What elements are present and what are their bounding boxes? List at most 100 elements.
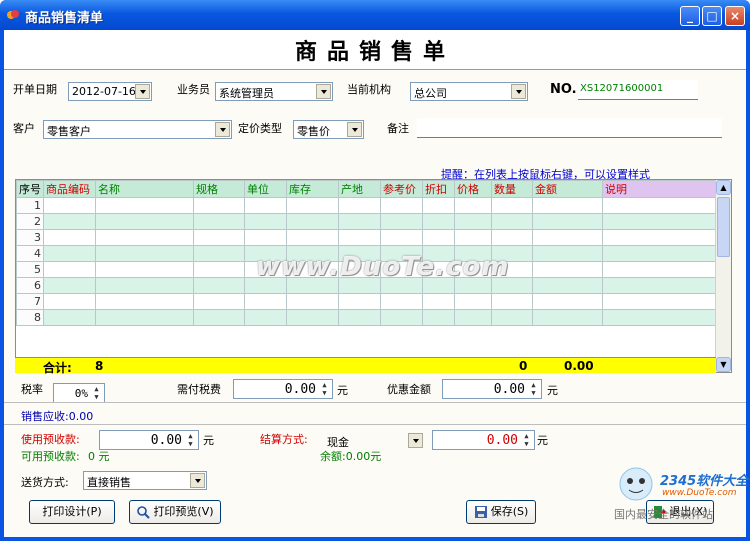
row-number: 3	[16, 229, 44, 246]
column-header[interactable]: 单位	[244, 180, 287, 198]
total-amount: 0.00	[564, 359, 594, 373]
print-preview-label: 打印预览(V)	[153, 505, 214, 518]
prepaid-value: 0.00	[150, 433, 182, 448]
chevron-down-icon[interactable]	[135, 84, 150, 99]
column-header[interactable]: 产地	[338, 180, 381, 198]
row-number: 8	[16, 309, 44, 326]
header-band: 商品销售单	[4, 30, 746, 70]
minimize-button[interactable]: _	[680, 6, 700, 26]
tax-rate-label: 税率	[21, 383, 43, 396]
row-number: 1	[16, 197, 44, 214]
tax-due-stepper[interactable]: 0.00 ▲ ▼	[233, 379, 333, 399]
spinner-icon[interactable]: ▲ ▼	[521, 432, 532, 448]
watermark-text: www.DuoTe.com	[256, 252, 510, 282]
settle-unit: 元	[537, 434, 548, 447]
column-header[interactable]: 金额	[532, 180, 603, 198]
spinner-icon[interactable]: ▲ ▼	[319, 381, 330, 397]
maximize-button[interactable]: □	[702, 6, 722, 26]
total-count: 8	[95, 359, 104, 373]
prepaid-stepper[interactable]: 0.00 ▲ ▼	[99, 430, 199, 450]
delivery-select[interactable]: 直接销售	[83, 471, 207, 490]
scroll-down-button[interactable]: ▼	[716, 357, 731, 372]
discount-label: 优惠金额	[387, 383, 431, 396]
available-label: 可用预收款:	[21, 450, 80, 463]
table-row[interactable]: 2	[16, 213, 721, 230]
table-row[interactable]: 1	[16, 197, 721, 214]
remark-input[interactable]	[417, 118, 722, 138]
spinner-icon[interactable]: ▲ ▼	[91, 385, 102, 401]
grid-scrollbar[interactable]: ▲ ▼	[715, 180, 731, 372]
chevron-down-icon[interactable]	[215, 122, 230, 137]
chevron-down-icon[interactable]	[408, 433, 423, 448]
save-button[interactable]: 保存(S)	[466, 500, 536, 524]
tax-due-label: 需付税费	[177, 383, 221, 396]
chevron-down-icon[interactable]	[190, 473, 205, 488]
discount-stepper[interactable]: 0.00 ▲ ▼	[442, 379, 542, 399]
app-icon	[7, 10, 19, 19]
date-picker[interactable]: 2012-07-16	[68, 82, 152, 101]
tax-rate-value: 0%	[74, 387, 88, 400]
mascot-icon	[619, 467, 653, 501]
app-window: 商品销售清单 _ □ × 商品销售单 开单日期 2012-07-16 业务员 系…	[0, 0, 750, 541]
scroll-up-button[interactable]: ▲	[716, 180, 731, 195]
scroll-thumb[interactable]	[717, 197, 730, 257]
divider	[4, 424, 746, 425]
column-header[interactable]: 参考价	[380, 180, 423, 198]
column-header[interactable]: 说明	[602, 180, 721, 198]
tax-rate-stepper[interactable]: 0% ▲ ▼	[53, 383, 105, 403]
floppy-disk-icon	[474, 506, 487, 518]
total-label: 合计:	[43, 361, 72, 375]
spinner-icon[interactable]: ▲ ▼	[528, 381, 539, 397]
org-select[interactable]: 总公司	[410, 82, 528, 101]
date-label: 开单日期	[13, 83, 57, 96]
close-button[interactable]: ×	[725, 6, 745, 26]
chevron-up-icon: ▲	[720, 183, 727, 192]
total-row: 合计: 8 0 0.00	[15, 357, 716, 375]
table-row[interactable]: 8	[16, 309, 721, 326]
brand-footer: 国内最安全的软件站	[614, 508, 713, 521]
row-number: 5	[16, 261, 44, 278]
brand-text: 2345软件大全	[660, 474, 749, 489]
order-number: XS12071600001	[580, 83, 664, 94]
column-header[interactable]: 数量	[491, 180, 533, 198]
total-qty: 0	[519, 359, 528, 373]
pricetype-select[interactable]: 零售价	[293, 120, 364, 139]
settle-amount-value: 0.00	[486, 433, 518, 448]
customer-select[interactable]: 零售客户	[43, 120, 232, 139]
page-title: 商品销售单	[294, 39, 455, 65]
table-row[interactable]: 3	[16, 229, 721, 246]
prepaid-label: 使用预收款:	[21, 433, 80, 446]
customer-label: 客户	[13, 122, 35, 135]
spinner-icon[interactable]: ▲ ▼	[185, 432, 196, 448]
chevron-down-icon: ▼	[720, 360, 727, 369]
print-design-button[interactable]: 打印设计(P)	[29, 500, 115, 524]
clerk-select[interactable]: 系统管理员	[215, 82, 333, 101]
pricetype-value: 零售价	[297, 125, 330, 138]
maximize-icon: □	[706, 9, 718, 23]
column-header[interactable]: 序号	[16, 180, 44, 198]
column-header[interactable]: 名称	[95, 180, 194, 198]
row-number: 2	[16, 213, 44, 230]
customer-value: 零售客户	[47, 125, 91, 138]
column-header[interactable]: 折扣	[422, 180, 455, 198]
chevron-down-icon[interactable]	[347, 122, 362, 137]
close-icon: ×	[729, 9, 741, 23]
chevron-down-icon[interactable]	[511, 84, 526, 99]
column-header[interactable]: 商品编码	[43, 180, 96, 198]
settle-amount-stepper[interactable]: 0.00 ▲ ▼	[432, 430, 535, 450]
chevron-down-icon[interactable]	[316, 84, 331, 99]
corner-logo: 2345软件大全 www.DuoTe.com 国内最安全的软件站	[614, 464, 750, 536]
print-preview-button[interactable]: 打印预览(V)	[129, 500, 221, 524]
row-number: 4	[16, 245, 44, 262]
tax-due-unit: 元	[337, 384, 348, 397]
no-label: NO.	[550, 82, 577, 97]
available-value: 0 元	[88, 450, 110, 463]
column-header[interactable]: 规格	[193, 180, 245, 198]
column-header[interactable]: 价格	[454, 180, 492, 198]
column-header[interactable]: 库存	[286, 180, 339, 198]
title-bar[interactable]: 商品销售清单 _ □ ×	[0, 0, 750, 30]
settle-label: 结算方式:	[260, 433, 308, 446]
table-row[interactable]: 7	[16, 293, 721, 310]
discount-value: 0.00	[493, 382, 525, 397]
table-header-row: 序号 商品编码 名称 规格 单位 库存 产地 参考价 折扣 价格 数量 金额 说…	[16, 180, 721, 198]
